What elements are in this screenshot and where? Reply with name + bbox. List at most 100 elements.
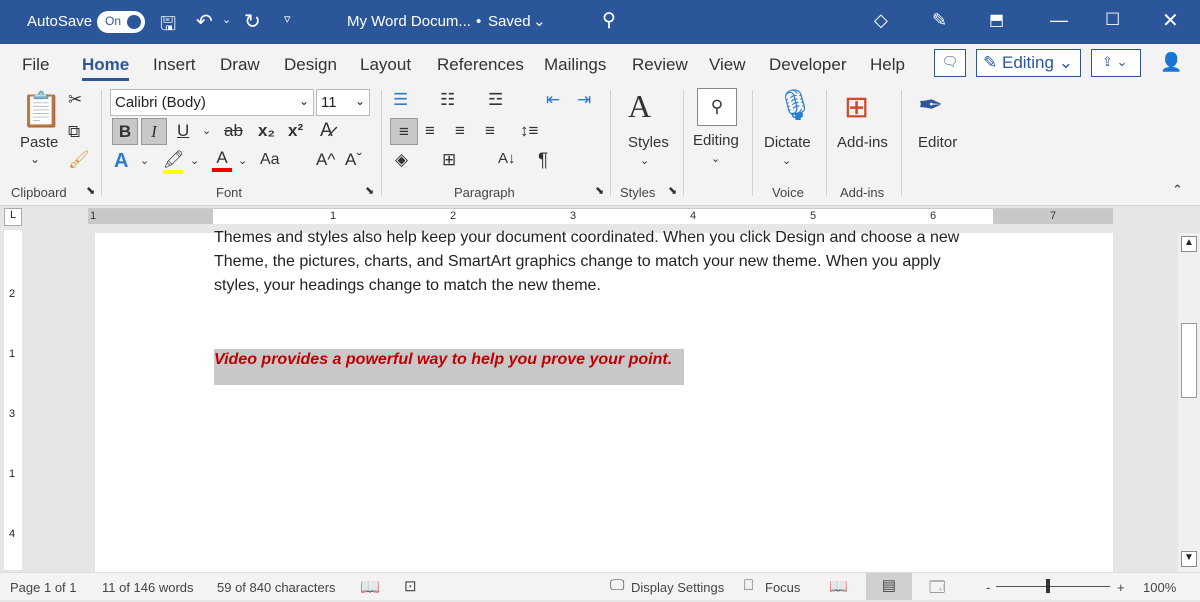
dialog-launcher-icon[interactable]: ⬊ [668, 184, 677, 197]
underline-button[interactable]: U [177, 121, 189, 141]
paste-dropdown-icon[interactable]: ⌄ [30, 152, 40, 166]
scroll-up-icon[interactable]: ▲ [1181, 236, 1197, 252]
zoom-level[interactable]: 100% [1143, 580, 1176, 595]
tab-developer[interactable]: Developer [769, 55, 847, 75]
dictate-button[interactable]: Dictate [764, 134, 811, 151]
clear-formatting-icon[interactable]: A̷ [320, 120, 333, 142]
underline-dropdown-icon[interactable]: ⌄ [202, 124, 211, 137]
borders-icon[interactable]: ⊞ [442, 150, 456, 170]
chevron-down-icon[interactable]: ⌄ [190, 154, 199, 167]
decrease-indent-icon[interactable]: ⇤ [546, 90, 560, 110]
highlight-color-icon[interactable]: 🖍 [163, 150, 183, 174]
align-right-icon[interactable]: ≡ [455, 121, 465, 141]
numbering-icon[interactable]: ☷ [440, 90, 455, 110]
customize-toolbar-icon[interactable]: ▿ [284, 11, 291, 27]
vertical-ruler[interactable]: 2 1 3 1 4 [4, 230, 22, 570]
editing-mode-button[interactable]: ✎ Editing ⌄ [976, 49, 1081, 77]
styles-button[interactable]: Styles [628, 134, 669, 151]
page-count[interactable]: Page 1 of 1 [10, 580, 77, 595]
align-left-button[interactable]: ≡ [390, 118, 418, 145]
tab-review[interactable]: Review [632, 55, 688, 75]
find-icon[interactable]: ⚲ [697, 88, 737, 126]
dialog-launcher-icon[interactable]: ⬊ [595, 184, 604, 197]
horizontal-ruler[interactable]: 1 1 2 3 4 5 6 7 [88, 208, 1113, 224]
italic-button[interactable]: I [141, 118, 167, 145]
focus-icon[interactable]: ⎕ [744, 577, 753, 594]
focus-button[interactable]: Focus [765, 580, 800, 595]
microphone-icon[interactable]: 🎙 [776, 88, 814, 123]
font-name-select[interactable]: Calibri (Body)⌄ [110, 89, 314, 116]
tab-draw[interactable]: Draw [220, 55, 260, 75]
chevron-down-icon[interactable]: ⌄ [238, 154, 247, 167]
document-page[interactable]: Themes and styles also help keep your do… [95, 233, 1113, 572]
shrink-font-button[interactable]: Aˇ [345, 150, 362, 170]
accessibility-icon[interactable]: ⊡ [404, 577, 417, 595]
styles-icon[interactable]: A [628, 88, 651, 125]
font-size-select[interactable]: 11⌄ [316, 89, 370, 116]
display-settings-button[interactable]: Display Settings [631, 580, 724, 595]
text-effects-icon[interactable]: A [114, 150, 128, 173]
dialog-launcher-icon[interactable]: ⬊ [365, 184, 374, 197]
shading-icon[interactable]: ◈ [395, 150, 408, 170]
chevron-down-icon[interactable]: ⌄ [140, 154, 149, 167]
vertical-scrollbar[interactable]: ▲ ▼ [1178, 233, 1200, 572]
print-layout-button[interactable]: ▤ [866, 573, 912, 600]
body-line[interactable]: styles, your headings change to match th… [214, 274, 1004, 298]
read-mode-icon[interactable]: 📖 [829, 577, 848, 595]
change-case-button[interactable]: Aa [260, 151, 280, 169]
cut-icon[interactable]: ✂ [68, 90, 82, 110]
tab-layout[interactable]: Layout [360, 55, 411, 75]
tab-mailings[interactable]: Mailings [544, 55, 606, 75]
scroll-thumb[interactable] [1181, 323, 1197, 398]
copy-icon[interactable]: ⧉ [68, 122, 80, 142]
paste-icon[interactable]: 📋 [20, 90, 62, 130]
justify-icon[interactable]: ≡ [485, 121, 495, 141]
zoom-slider[interactable] [996, 586, 1110, 587]
zoom-slider-thumb[interactable] [1046, 579, 1050, 593]
editor-icon[interactable]: ✒ [918, 88, 943, 123]
tab-home[interactable]: Home [82, 55, 129, 75]
chevron-down-icon[interactable]: ⌄ [711, 152, 720, 165]
multilevel-list-icon[interactable]: ☲ [488, 90, 503, 110]
paste-button[interactable]: Paste [20, 134, 58, 151]
search-icon[interactable]: ⚲ [602, 9, 616, 32]
character-count[interactable]: 59 of 840 characters [217, 580, 336, 595]
scroll-down-icon[interactable]: ▼ [1181, 551, 1197, 567]
tab-view[interactable]: View [709, 55, 746, 75]
redo-icon[interactable]: ↻ [244, 9, 261, 34]
add-ins-button[interactable]: Add-ins [837, 134, 888, 151]
sort-icon[interactable]: A↓ [498, 150, 516, 167]
show-formatting-button[interactable]: ¶ [538, 150, 548, 172]
zoom-out-button[interactable]: - [986, 580, 990, 595]
zoom-in-button[interactable]: + [1117, 580, 1125, 595]
line-spacing-icon[interactable]: ↕≡ [520, 121, 538, 141]
increase-indent-icon[interactable]: ⇥ [577, 90, 591, 110]
tab-design[interactable]: Design [284, 55, 337, 75]
font-color-icon[interactable]: A [212, 148, 232, 172]
coauthor-icon[interactable]: 👤 [1160, 52, 1182, 73]
grow-font-button[interactable]: A^ [316, 150, 335, 170]
display-settings-icon[interactable]: 🖵 [610, 577, 624, 594]
chevron-down-icon[interactable]: ⌄ [533, 12, 546, 30]
selected-text[interactable]: Video provides a powerful way to help yo… [214, 348, 1004, 372]
autosave-toggle[interactable]: On [97, 11, 145, 33]
word-count[interactable]: 11 of 146 words [102, 580, 194, 595]
document-title[interactable]: My Word Docum... [347, 13, 471, 30]
share-button[interactable]: ⇪ ⌄ [1091, 49, 1141, 77]
body-line[interactable]: Theme, the pictures, charts, and SmartAr… [214, 250, 1004, 274]
saved-status[interactable]: Saved [488, 13, 531, 30]
add-ins-icon[interactable]: ⊞ [844, 90, 869, 125]
bullets-icon[interactable]: ☰ [393, 90, 408, 110]
close-icon[interactable]: ✕ [1162, 8, 1179, 33]
bold-button[interactable]: B [112, 118, 138, 145]
comments-button[interactable]: 🗨 [934, 49, 966, 77]
save-icon[interactable]: 🖫 [160, 10, 176, 42]
tab-insert[interactable]: Insert [153, 55, 196, 75]
body-line[interactable]: Themes and styles also help keep your do… [214, 226, 1004, 250]
subscript-button[interactable]: x₂ [258, 121, 275, 141]
web-layout-icon[interactable]: 🗔 [929, 577, 945, 602]
chevron-down-icon[interactable]: ⌄ [640, 154, 649, 167]
tab-selector[interactable]: L [4, 208, 22, 226]
superscript-button[interactable]: x² [288, 121, 303, 141]
format-painter-icon[interactable]: 🖌 [68, 150, 90, 170]
